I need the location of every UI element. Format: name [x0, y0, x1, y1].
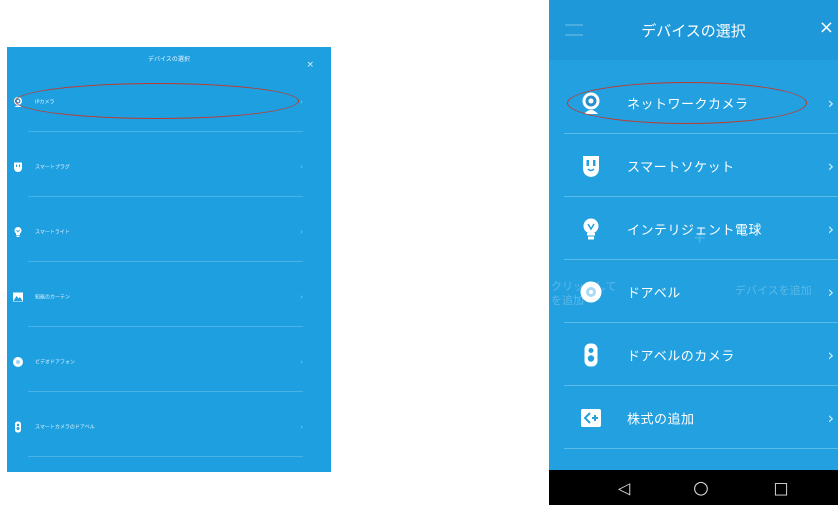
device-item-smart-socket[interactable]: スマートソケット ›: [549, 134, 838, 197]
phone-content: デバイスの選択 × + クリックして を追加 デバイスを追加 ネットワークカメラ…: [549, 0, 838, 470]
chevron-right-icon: ›: [827, 282, 834, 301]
highlight-oval: [567, 82, 807, 124]
device-item-label: ドアベル: [627, 286, 681, 301]
tablet-device-select-screen: デバイスの選択 × IPカメラ › スマートプラグ › スマートライト › 知能…: [7, 47, 331, 472]
divider: [28, 261, 303, 262]
divider: [28, 131, 303, 132]
highlight-oval: [15, 83, 299, 119]
device-item-add-share[interactable]: 株式の追加 ›: [549, 386, 838, 449]
device-item-smart-plug[interactable]: スマートプラグ ›: [7, 137, 303, 197]
device-item-label: スマートソケット: [627, 160, 735, 175]
chevron-right-icon: ›: [827, 408, 834, 427]
chevron-right-icon: ›: [300, 358, 303, 366]
android-nav-bar: ◁ ○ □: [549, 470, 838, 505]
device-item-video-doorphone[interactable]: ビデオドアフォン ›: [7, 332, 303, 392]
header-bar: デバイスの選択 ×: [549, 0, 838, 60]
divider: [28, 326, 303, 327]
device-item-label: ドアベルのカメラ: [627, 349, 735, 364]
device-item-label: ビデオドアフォン: [35, 359, 76, 366]
phone-device-select-screen: デバイスの選択 × + クリックして を追加 デバイスを追加 ネットワークカメラ…: [549, 0, 838, 505]
device-item-curtain[interactable]: 知能のカーテン ›: [7, 267, 303, 327]
page-title: デバイスの選択: [148, 56, 190, 63]
light-bulb-icon: [14, 227, 22, 237]
home-icon[interactable]: ○: [693, 477, 709, 498]
chevron-right-icon: ›: [300, 98, 303, 106]
chevron-right-icon: ›: [827, 219, 834, 238]
chevron-right-icon: ›: [300, 293, 303, 301]
device-item-doorbell[interactable]: ドアベル ›: [549, 260, 838, 323]
device-item-label: 株式の追加: [627, 412, 695, 427]
device-item-label: スマートプラグ: [35, 164, 70, 171]
device-item-intelligent-bulb[interactable]: インテリジェント電球 ›: [549, 197, 838, 260]
divider: [28, 456, 303, 457]
chevron-right-icon: ›: [300, 163, 303, 171]
chevron-right-icon: ›: [300, 423, 303, 431]
doorbell-camera-icon: [15, 421, 21, 433]
device-item-doorbell-camera[interactable]: ドアベルのカメラ ›: [549, 323, 838, 386]
device-item-label: インテリジェント電球: [627, 223, 763, 238]
device-item-smart-light[interactable]: スマートライト ›: [7, 202, 303, 262]
smart-plug-icon: [14, 162, 22, 172]
page-title: デバイスの選択: [641, 22, 746, 40]
doorbell-camera-icon: [584, 343, 598, 366]
divider: [564, 448, 838, 449]
chevron-right-icon: ›: [827, 345, 834, 364]
chevron-right-icon: ›: [827, 156, 834, 175]
chevron-right-icon: ›: [300, 228, 303, 236]
recents-icon[interactable]: □: [773, 478, 788, 497]
smart-socket-icon: [583, 155, 599, 177]
chevron-right-icon: ›: [827, 93, 834, 112]
divider: [28, 196, 303, 197]
close-button[interactable]: ×: [819, 17, 834, 38]
close-button[interactable]: ×: [306, 60, 314, 70]
light-bulb-icon: [583, 218, 599, 239]
curtain-icon: [13, 292, 23, 302]
doorbell-icon: [13, 357, 23, 367]
device-item-doorbell-camera[interactable]: スマートカメラのドアベル ›: [7, 397, 303, 457]
device-item-label: スマートライト: [35, 229, 70, 236]
back-icon[interactable]: ◁: [618, 478, 630, 497]
device-item-label: 知能のカーテン: [35, 294, 71, 301]
doorbell-icon: [580, 281, 602, 302]
device-item-label: スマートカメラのドアベル: [35, 424, 95, 431]
add-share-icon: [581, 408, 601, 427]
divider: [28, 391, 303, 392]
